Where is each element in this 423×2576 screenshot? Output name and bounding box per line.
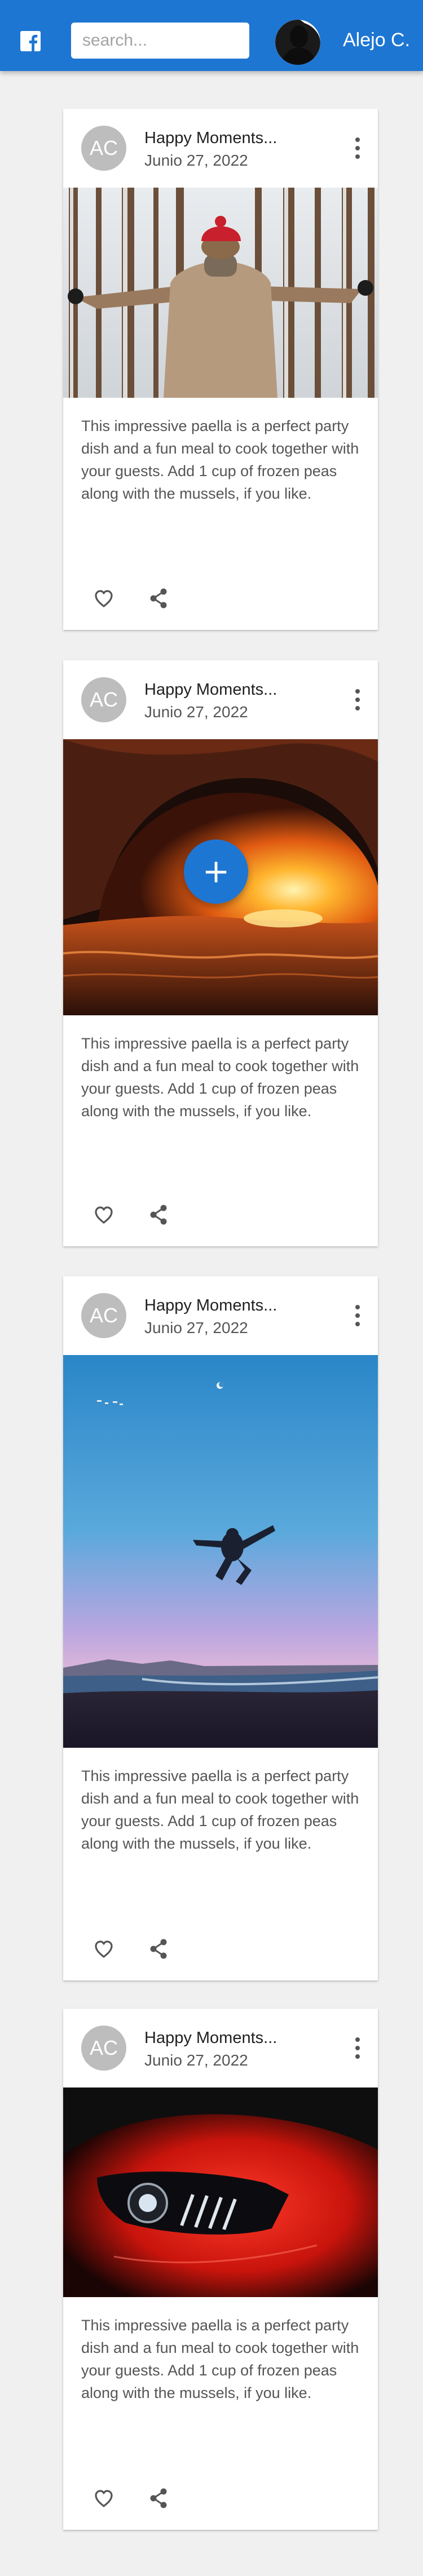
more-options-icon[interactable] — [344, 685, 371, 717]
card-actions — [63, 1185, 378, 1246]
user-avatar[interactable] — [275, 20, 320, 65]
card-header: AC Happy Moments... Junio 27, 2022 — [63, 109, 378, 188]
share-icon[interactable] — [143, 2482, 175, 2514]
post-card: AC Happy Moments... Junio 27, 2022 This … — [63, 2009, 378, 2530]
post-card: AC Happy Moments... Junio 27, 2022 This … — [63, 109, 378, 630]
user-silhouette-icon — [275, 20, 320, 65]
card-header: AC Happy Moments... Junio 27, 2022 — [63, 1276, 378, 1355]
share-icon[interactable] — [143, 1199, 175, 1231]
author-avatar: AC — [81, 2026, 126, 2071]
post-image — [63, 1355, 378, 1748]
author-avatar: AC — [81, 677, 126, 722]
post-card: AC Happy Moments... Junio 27, 2022 This … — [63, 1276, 378, 1980]
author-avatar: AC — [81, 126, 126, 171]
app-bar: Alejo C. — [0, 0, 423, 71]
author-avatar: AC — [81, 1293, 126, 1338]
heart-icon[interactable] — [88, 583, 120, 614]
card-header: AC Happy Moments... Junio 27, 2022 — [63, 2009, 378, 2088]
post-title: Happy Moments... — [144, 2029, 277, 2047]
more-options-icon[interactable] — [344, 134, 371, 165]
post-image — [63, 2088, 378, 2297]
post-title: Happy Moments... — [144, 681, 277, 699]
post-date: Junio 27, 2022 — [144, 703, 248, 721]
user-name[interactable]: Alejo C. — [343, 29, 410, 51]
post-date: Junio 27, 2022 — [144, 2051, 248, 2069]
more-options-icon[interactable] — [344, 2033, 371, 2065]
card-actions — [63, 2469, 378, 2530]
heart-icon[interactable] — [88, 1933, 120, 1965]
card-actions — [63, 569, 378, 630]
card-header: AC Happy Moments... Junio 27, 2022 — [63, 660, 378, 739]
plus-icon: + — [202, 852, 230, 890]
facebook-icon[interactable] — [20, 31, 41, 51]
share-icon[interactable] — [143, 1933, 175, 1965]
heart-icon[interactable] — [88, 2482, 120, 2514]
post-text: This impressive paella is a perfect part… — [81, 1767, 359, 1852]
card-actions — [63, 1920, 378, 1980]
post-image — [63, 188, 378, 398]
share-icon[interactable] — [143, 583, 175, 614]
heart-icon[interactable] — [88, 1199, 120, 1231]
post-title: Happy Moments... — [144, 129, 277, 147]
post-text: This impressive paella is a perfect part… — [81, 2317, 359, 2401]
post-text: This impressive paella is a perfect part… — [81, 1035, 359, 1120]
add-button[interactable]: + — [184, 840, 248, 904]
post-card: AC Happy Moments... Junio 27, 2022 This … — [63, 660, 378, 1246]
search-input[interactable] — [71, 23, 249, 59]
post-text: This impressive paella is a perfect part… — [81, 418, 359, 502]
post-date: Junio 27, 2022 — [144, 1319, 248, 1336]
post-date: Junio 27, 2022 — [144, 152, 248, 169]
post-title: Happy Moments... — [144, 1296, 277, 1314]
more-options-icon[interactable] — [344, 1301, 371, 1333]
